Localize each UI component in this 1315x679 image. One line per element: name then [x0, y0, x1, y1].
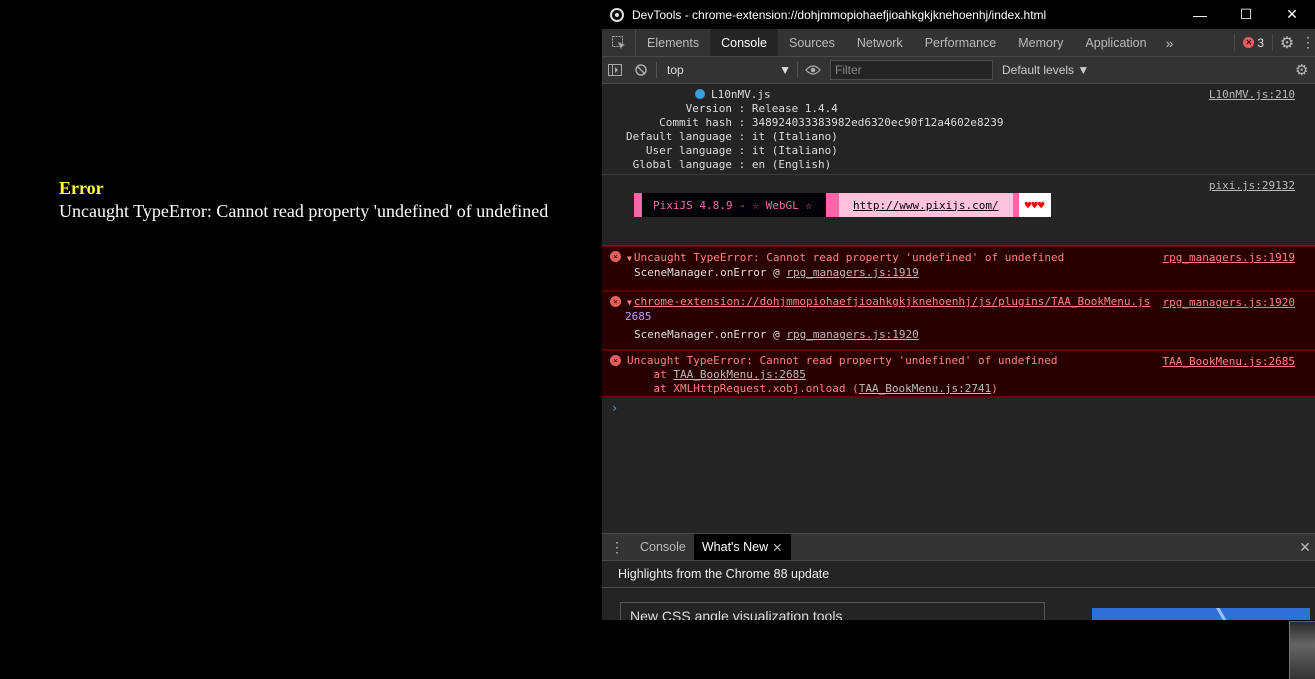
error-icon: ✕ — [1243, 37, 1255, 48]
stack-function: SceneManager.onError @ — [634, 266, 787, 279]
tab-memory[interactable]: Memory — [1007, 29, 1074, 56]
message-source-link[interactable]: pixi.js:29132 — [1209, 179, 1295, 192]
drawer-tab-console[interactable]: Console — [632, 534, 694, 560]
error-url-link[interactable]: chrome-extension://dohjmmopiohaefjioahkg… — [634, 295, 1151, 308]
devtools-app-icon — [610, 7, 624, 22]
error-count-badge[interactable]: ✕ 3 — [1234, 34, 1273, 51]
trace-link[interactable]: TAA_BookMenu.js:2685 — [673, 368, 805, 381]
console-messages: L10nMV.js:210 L10nMV.js Version : Releas… — [602, 84, 1315, 533]
maximize-button[interactable]: ☐ — [1223, 0, 1269, 29]
expand-triangle-icon[interactable]: ▼ — [627, 296, 632, 310]
error-message: Uncaught TypeError: Cannot read property… — [633, 251, 1065, 264]
error-count: 3 — [1257, 35, 1264, 50]
tab-application[interactable]: Application — [1074, 29, 1157, 56]
globe-icon — [695, 89, 705, 99]
tab-network[interactable]: Network — [846, 29, 914, 56]
more-tabs-button[interactable]: » — [1158, 29, 1182, 56]
error-icon: ✕ — [610, 251, 621, 262]
info-commit: Commit hash : 348924033383982ed6320ec90f… — [626, 116, 1004, 129]
tab-console[interactable]: Console — [710, 29, 778, 56]
log-levels-dropdown[interactable]: Default levels ▼ — [1002, 63, 1089, 77]
window-title: DevTools - chrome-extension://dohjmmopio… — [632, 7, 1047, 22]
trace-suffix: ) — [991, 382, 998, 395]
sidebar-toggle-icon[interactable] — [602, 64, 628, 76]
tab-sources[interactable]: Sources — [778, 29, 846, 56]
message-source-link[interactable]: TAA_BookMenu.js:2685 — [1163, 355, 1295, 368]
message-source-link[interactable]: L10nMV.js:210 — [1209, 88, 1295, 101]
pixi-url-link[interactable]: http://www.pixijs.com/ — [838, 193, 1013, 217]
context-selector[interactable]: top ▼ — [659, 63, 795, 77]
stack-link[interactable]: rpg_managers.js:1920 — [786, 328, 918, 341]
trace-prefix: at — [627, 368, 674, 381]
close-tab-icon[interactable]: ✕ — [772, 540, 782, 555]
pixi-banner: PixiJS 4.8.9 - ☆ WebGL ☆ http://www.pixi… — [634, 193, 1051, 217]
context-value: top — [667, 63, 684, 77]
feature-image — [1092, 608, 1310, 620]
trace-link[interactable]: TAA_BookMenu.js:2741 — [859, 382, 991, 395]
pixi-hearts: ♥♥♥ — [1018, 193, 1051, 217]
expand-triangle-icon[interactable]: ▼ — [627, 252, 632, 266]
more-options-icon[interactable]: ⋮ — [1301, 29, 1315, 56]
console-error-1[interactable]: ✕ rpg_managers.js:1919 ▼ Uncaught TypeErr… — [602, 246, 1315, 291]
minimize-button[interactable]: — — [1177, 0, 1223, 29]
info-user-language: User language : it (Italiano) — [626, 144, 838, 157]
taskbar-thumbnail — [1289, 621, 1315, 679]
clear-console-icon[interactable] — [628, 64, 654, 76]
info-version: Version : Release 1.4.4 — [626, 102, 838, 115]
filter-input[interactable] — [830, 60, 993, 80]
drawer-tabbar: ⋮ Console What's New ✕ ✕ — [602, 533, 1315, 561]
console-toolbar: top ▼ Default levels ▼ ⚙ — [602, 57, 1315, 84]
trace-prefix: at XMLHttpRequest.xobj.onload ( — [627, 382, 859, 395]
tab-performance[interactable]: Performance — [914, 29, 1008, 56]
stack-link[interactable]: rpg_managers.js:1919 — [786, 266, 918, 279]
live-expression-eye-icon[interactable] — [800, 65, 826, 75]
devtools-window: DevTools - chrome-extension://dohjmmopio… — [602, 0, 1315, 620]
feature-card[interactable]: New CSS angle visualization tools — [620, 602, 1045, 620]
info-title: L10nMV.js — [711, 88, 771, 101]
console-message-pixi: pixi.js:29132 PixiJS 4.8.9 - ☆ WebGL ☆ h… — [602, 175, 1315, 246]
stack-function: SceneManager.onError @ — [634, 328, 787, 341]
whats-new-heading: Highlights from the Chrome 88 update — [602, 561, 1315, 588]
feature-title: New CSS angle visualization tools — [630, 608, 843, 620]
console-error-3[interactable]: ✕ TAA_BookMenu.js:2685 Uncaught TypeErro… — [602, 350, 1315, 397]
console-prompt[interactable]: › — [602, 397, 1315, 415]
game-error-message: Uncaught TypeError: Cannot read property… — [59, 201, 549, 221]
console-error-2[interactable]: ✕ rpg_managers.js:1920 ▼ chrome-extension… — [602, 291, 1315, 350]
settings-gear-icon[interactable]: ⚙ — [1273, 29, 1301, 56]
error-icon: ✕ — [610, 355, 621, 366]
game-error-title: Error — [59, 178, 104, 198]
inspect-element-icon[interactable] — [602, 29, 636, 56]
chevron-down-icon: ▼ — [779, 63, 791, 77]
error-line-number: 2685 — [625, 310, 652, 323]
console-message-l10n: L10nMV.js:210 L10nMV.js Version : Releas… — [602, 84, 1315, 175]
pixi-version-text: PixiJS 4.8.9 - ☆ WebGL ☆ — [642, 193, 826, 217]
close-drawer-icon[interactable]: ✕ — [1295, 534, 1315, 560]
drawer-tab-label: What's New — [701, 540, 769, 554]
error-icon: ✕ — [610, 296, 621, 307]
console-settings-gear-icon[interactable]: ⚙ — [1295, 61, 1315, 79]
message-source-link[interactable]: rpg_managers.js:1919 — [1163, 251, 1295, 264]
close-window-button[interactable]: ✕ — [1269, 0, 1315, 29]
devtools-tabbar: Elements Console Sources Network Perform… — [602, 29, 1315, 57]
drawer-tab-whats-new[interactable]: What's New ✕ — [693, 534, 791, 560]
drawer-menu-icon[interactable]: ⋮ — [602, 534, 632, 560]
message-source-link[interactable]: rpg_managers.js:1920 — [1163, 296, 1295, 309]
tab-elements[interactable]: Elements — [636, 29, 710, 56]
info-default-language: Default language : it (Italiano) — [626, 130, 838, 143]
window-titlebar[interactable]: DevTools - chrome-extension://dohjmmopio… — [602, 0, 1315, 29]
info-global-language: Global language : en (English) — [626, 158, 832, 171]
whats-new-body: New CSS angle visualization tools — [602, 588, 1315, 620]
game-error-panel: Error Uncaught TypeError: Cannot read pr… — [59, 178, 548, 224]
